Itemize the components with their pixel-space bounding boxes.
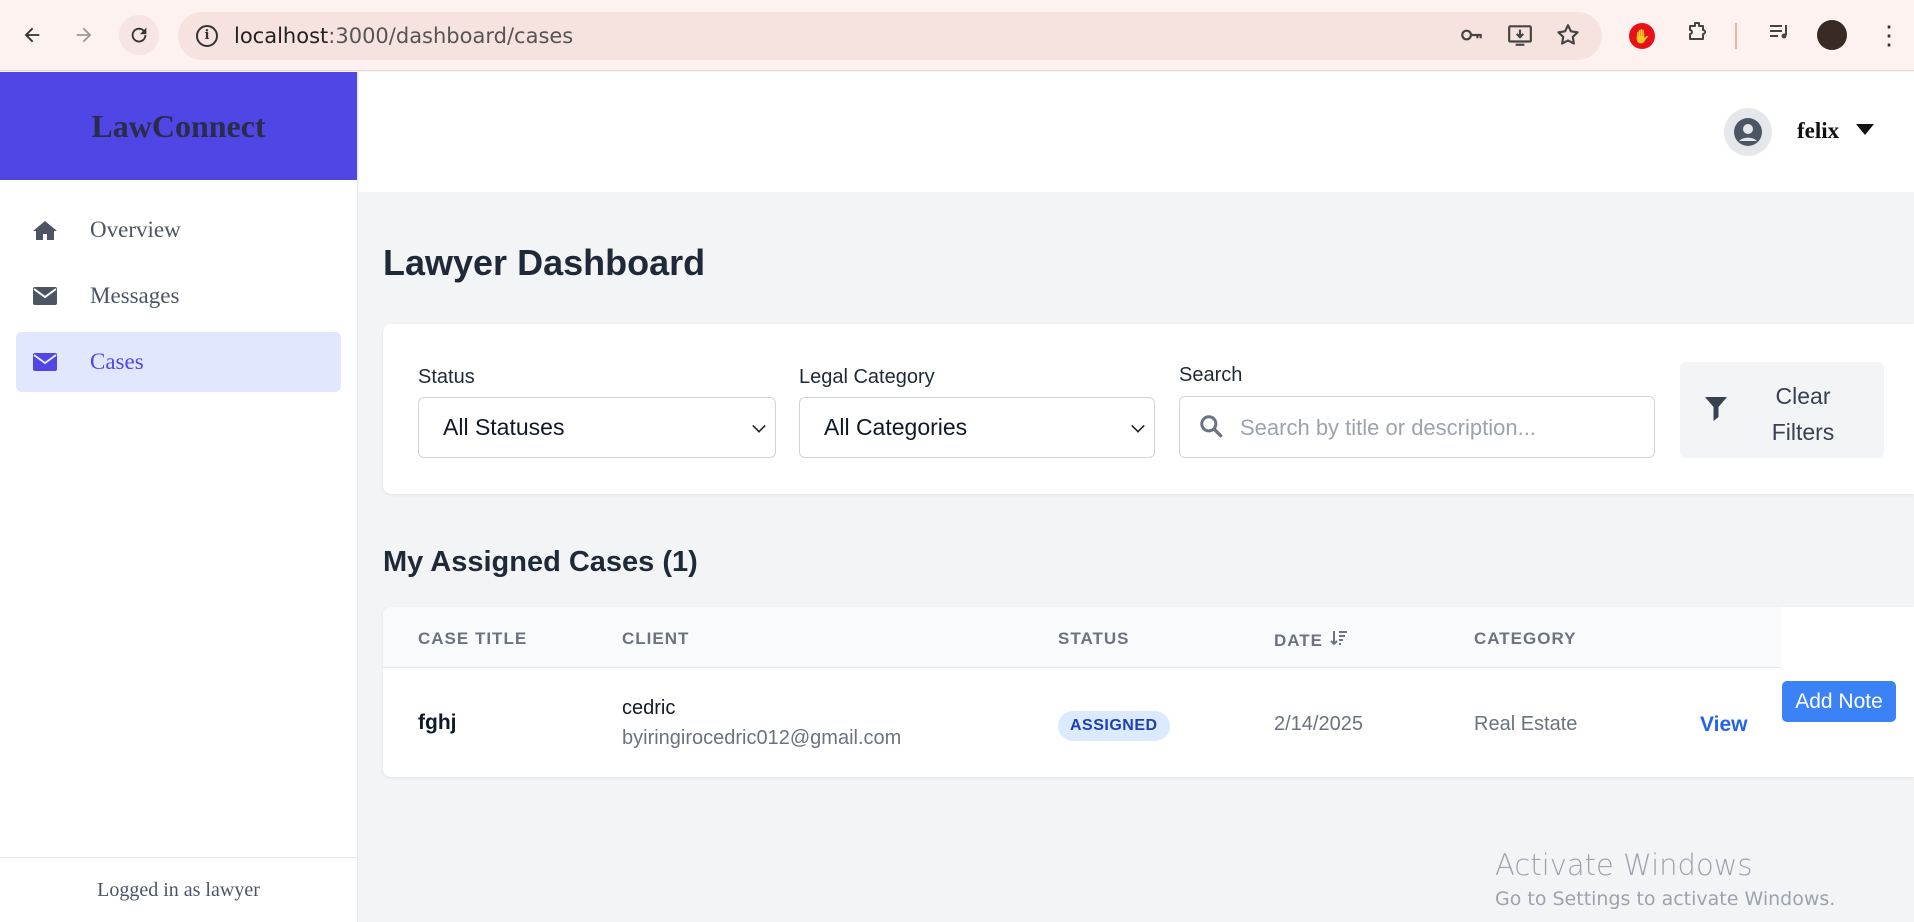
app-header: felix (359, 72, 1914, 192)
case-category: Real Estate (1474, 713, 1578, 735)
site-info-icon[interactable]: i (196, 25, 218, 47)
caret-down-icon[interactable] (1856, 124, 1874, 135)
table-header: CASE TITLE CLIENT STATUS DATE CATEGORY (383, 607, 1781, 668)
sidebar-nav: Overview Messages Cases (0, 180, 357, 392)
column-header-case-title[interactable]: CASE TITLE (418, 629, 527, 649)
browser-toolbar: i localhost:3000/dashboard/cases ✋ ⋮ (0, 0, 1914, 71)
bookmark-star-icon[interactable] (1554, 22, 1582, 50)
sidebar-item-messages[interactable]: Messages (16, 266, 341, 326)
back-arrow-icon[interactable] (12, 15, 52, 55)
sidebar-item-label: Overview (90, 217, 181, 242)
search-icon (1198, 413, 1224, 444)
column-header-status[interactable]: STATUS (1058, 629, 1129, 649)
install-app-icon[interactable] (1506, 22, 1534, 50)
client-name: cedric (622, 697, 676, 719)
section-title: My Assigned Cases (1) (383, 546, 698, 578)
profile-avatar[interactable] (1817, 20, 1847, 50)
user-avatar[interactable] (1724, 108, 1772, 156)
brand-header: LawConnect (0, 72, 357, 180)
logged-in-status: Logged in as lawyer (0, 857, 357, 922)
column-header-client[interactable]: CLIENT (622, 629, 689, 649)
category-select[interactable]: All Categories (799, 397, 1155, 458)
search-input[interactable]: Search by title or description... (1179, 396, 1655, 458)
envelope-icon (32, 352, 60, 372)
status-select-value: All Statuses (443, 414, 565, 440)
case-date: 2/14/2025 (1274, 713, 1363, 735)
key-icon[interactable] (1458, 22, 1486, 50)
adblock-extension-icon[interactable]: ✋ (1629, 23, 1655, 49)
status-filter-label: Status (418, 366, 475, 388)
status-badge: ASSIGNED (1058, 711, 1170, 741)
browser-menu-icon[interactable]: ⋮ (1876, 20, 1902, 50)
activate-windows-watermark: Activate Windows (1495, 848, 1753, 882)
filters-panel: Status All Statuses Legal Category All C… (383, 324, 1914, 494)
category-filter-label: Legal Category (799, 366, 935, 388)
url-text: localhost:3000/dashboard/cases (234, 24, 574, 48)
media-queue-icon[interactable] (1763, 20, 1795, 52)
reload-icon[interactable] (119, 15, 159, 55)
column-header-date[interactable]: DATE (1274, 629, 1348, 652)
sidebar: LawConnect Overview Messages Cases Logge… (0, 72, 358, 922)
status-select[interactable]: All Statuses (418, 397, 776, 458)
add-note-button[interactable]: Add Note (1782, 681, 1896, 722)
filter-icon (1704, 396, 1728, 427)
chevron-down-icon (1131, 419, 1145, 433)
page-title: Lawyer Dashboard (383, 242, 706, 283)
brand-logo-text[interactable]: LawConnect (91, 108, 265, 145)
client-email: byiringirocedric012@gmail.com (622, 727, 902, 749)
user-name[interactable]: felix (1797, 118, 1839, 144)
user-circle-icon (1734, 118, 1762, 146)
column-header-date-label: DATE (1274, 630, 1324, 650)
category-select-value: All Categories (824, 414, 968, 440)
sort-descending-icon[interactable] (1330, 629, 1348, 652)
sidebar-item-label: Cases (90, 349, 144, 374)
home-icon (32, 219, 60, 241)
case-title: fghj (418, 711, 457, 734)
sidebar-item-label: Messages (90, 283, 180, 308)
extensions-puzzle-icon[interactable] (1681, 20, 1713, 52)
activate-windows-subtext: Go to Settings to activate Windows. (1495, 888, 1836, 910)
cases-table: CASE TITLE CLIENT STATUS DATE CATEGORY f… (383, 607, 1914, 777)
clear-filters-label: Clear Filters (1771, 383, 1835, 445)
search-placeholder: Search by title or description... (1240, 415, 1536, 440)
envelope-icon (32, 286, 60, 306)
address-bar[interactable]: i localhost:3000/dashboard/cases (178, 12, 1602, 60)
clear-filters-button[interactable]: Clear Filters (1680, 362, 1884, 458)
sidebar-item-overview[interactable]: Overview (16, 200, 341, 260)
search-label: Search (1179, 364, 1243, 386)
column-header-category[interactable]: CATEGORY (1474, 629, 1576, 649)
sidebar-item-cases[interactable]: Cases (16, 332, 341, 392)
forward-arrow-icon[interactable] (64, 15, 104, 55)
chevron-down-icon (752, 419, 766, 433)
toolbar-divider (1735, 23, 1737, 49)
view-case-link[interactable]: View (1700, 713, 1747, 737)
